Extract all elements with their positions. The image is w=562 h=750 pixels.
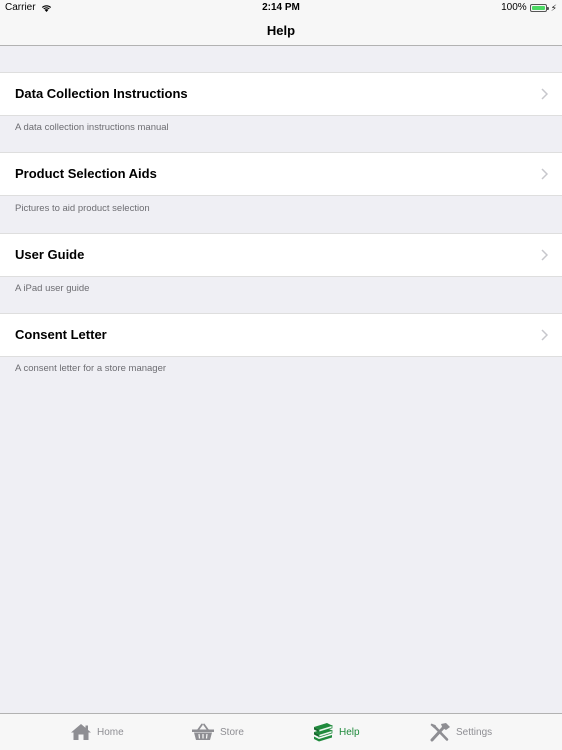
tab-label: Help: [339, 726, 360, 738]
tab-label: Settings: [456, 726, 493, 738]
tab-home[interactable]: Home: [70, 714, 124, 750]
books-icon: [314, 723, 333, 742]
list-item-label: Consent Letter: [15, 327, 107, 342]
list-item-label: Data Collection Instructions: [15, 86, 188, 101]
charging-icon: ⚡: [550, 2, 557, 13]
list-item-label: Product Selection Aids: [15, 166, 157, 181]
battery-info: 100% ⚡: [501, 2, 557, 13]
home-icon: [71, 724, 91, 740]
chevron-right-icon: [541, 329, 548, 341]
battery-percent: 100%: [501, 2, 527, 13]
section-footer: A iPad user guide: [15, 283, 90, 294]
basket-icon: [192, 723, 214, 740]
list-item-label: User Guide: [15, 247, 85, 262]
status-time: 2:14 PM: [262, 2, 300, 13]
tools-icon: [430, 723, 450, 742]
section-footer: Pictures to aid product selection: [15, 203, 150, 214]
tab-bar: Home Store Help Settings: [0, 713, 562, 750]
chevron-right-icon: [541, 249, 548, 261]
tab-label: Home: [97, 726, 124, 738]
tab-store[interactable]: Store: [191, 714, 244, 750]
tab-help[interactable]: Help: [312, 714, 360, 750]
battery-icon: [529, 3, 549, 12]
list-item-consent-letter[interactable]: Consent Letter: [0, 313, 562, 357]
chevron-right-icon: [541, 168, 548, 180]
page-title: Help: [266, 23, 296, 38]
status-bar: Carrier 2:14 PM 100% ⚡: [0, 0, 562, 15]
tab-settings[interactable]: Settings: [429, 714, 492, 750]
list-item-data-collection-instructions[interactable]: Data Collection Instructions: [0, 72, 562, 116]
chevron-right-icon: [541, 88, 548, 100]
section-footer: A data collection instructions manual: [15, 122, 169, 133]
section-footer: A consent letter for a store manager: [15, 363, 167, 374]
tab-label: Store: [220, 726, 244, 738]
navigation-bar: Help: [0, 15, 562, 46]
list-item-user-guide[interactable]: User Guide: [0, 233, 562, 277]
list-item-product-selection-aids[interactable]: Product Selection Aids: [0, 152, 562, 196]
